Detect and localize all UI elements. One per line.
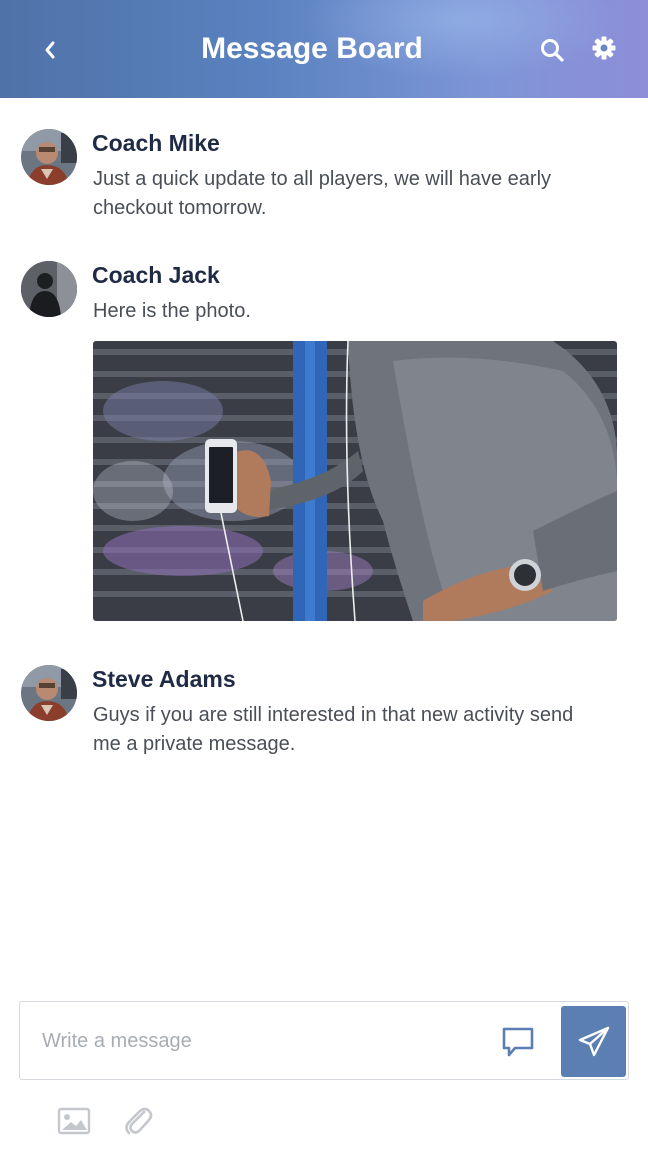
shared-photo[interactable] bbox=[93, 341, 617, 621]
avatar-image bbox=[21, 665, 77, 721]
message-composer bbox=[19, 1001, 629, 1080]
search-button[interactable] bbox=[532, 30, 572, 70]
avatar-image bbox=[21, 261, 77, 317]
message-text: Here is the photo. bbox=[93, 300, 251, 322]
message-author: Coach Mike bbox=[92, 130, 220, 156]
top-bar: Message Board bbox=[0, 0, 648, 98]
avatar[interactable] bbox=[21, 665, 77, 721]
runner-with-phone-image bbox=[93, 341, 617, 621]
paper-plane-icon bbox=[578, 1026, 609, 1056]
avatar-image bbox=[21, 129, 77, 185]
comment-button[interactable] bbox=[498, 1024, 538, 1060]
settings-button[interactable] bbox=[584, 28, 624, 68]
message-input[interactable] bbox=[40, 1020, 464, 1062]
attach-file-button[interactable] bbox=[122, 1104, 154, 1138]
gear-icon bbox=[592, 36, 616, 60]
back-button[interactable] bbox=[30, 30, 70, 70]
search-icon bbox=[541, 39, 564, 62]
image-icon bbox=[57, 1107, 91, 1135]
page-title: Message Board bbox=[201, 32, 423, 65]
chevron-left-icon bbox=[45, 41, 55, 59]
speech-bubble-icon bbox=[502, 1027, 534, 1057]
message-text: Just a quick update to all players, we w… bbox=[93, 168, 552, 219]
avatar[interactable] bbox=[21, 261, 77, 317]
paperclip-icon bbox=[125, 1107, 153, 1135]
send-button[interactable] bbox=[561, 1006, 626, 1077]
attach-image-button[interactable] bbox=[57, 1106, 91, 1136]
avatar[interactable] bbox=[21, 129, 77, 185]
message-author: Coach Jack bbox=[92, 262, 220, 288]
message-author: Steve Adams bbox=[92, 666, 236, 692]
message-text: Guys if you are still interested in that… bbox=[93, 704, 574, 755]
